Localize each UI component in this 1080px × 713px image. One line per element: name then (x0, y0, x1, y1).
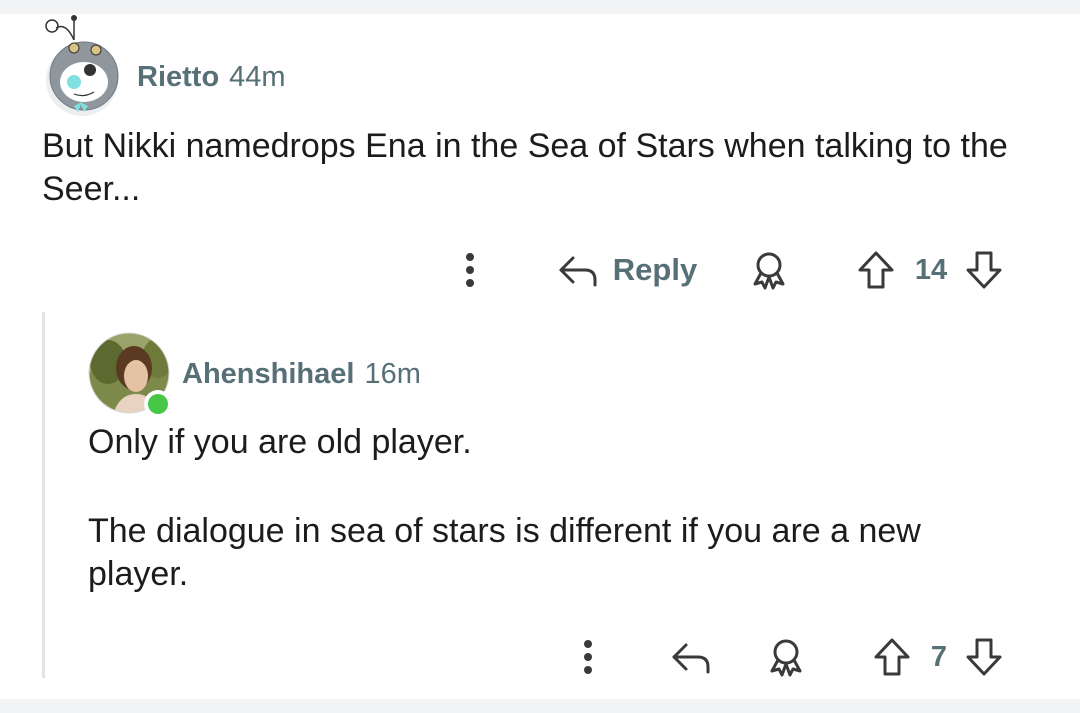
comment-meta: Ahenshihael 16m (182, 358, 421, 391)
reply-button[interactable]: Reply (552, 248, 702, 292)
award-icon (766, 637, 806, 677)
vote-score: 14 (906, 250, 956, 290)
top-separator (0, 0, 1080, 14)
comment-paragraph: Only if you are old player. (88, 423, 472, 461)
online-status-icon (144, 390, 172, 418)
score-count: 14 (914, 253, 948, 286)
bottom-separator (0, 699, 1080, 713)
downvote-arrow-icon (965, 637, 1003, 677)
avatar[interactable] (44, 14, 122, 116)
timestamp: 16m (364, 358, 421, 390)
upvote-arrow-icon (873, 637, 911, 677)
reply-button[interactable] (668, 636, 714, 678)
more-options-button[interactable] (452, 250, 488, 290)
comment-body: Only if you are old player. The dialogue… (88, 421, 1028, 596)
award-button[interactable] (747, 248, 791, 292)
more-options-button[interactable] (570, 637, 606, 677)
author-name[interactable]: Rietto (137, 61, 219, 94)
score-count: 7 (930, 640, 948, 673)
reply-arrow-icon (670, 639, 712, 675)
author-name[interactable]: Ahenshihael (182, 358, 354, 391)
avatar[interactable] (88, 332, 174, 418)
comment-meta: Rietto 44m (137, 61, 286, 94)
upvote-button[interactable] (856, 248, 896, 292)
upvote-button[interactable] (872, 635, 912, 679)
comment-paragraph: The dialogue in sea of stars is differen… (88, 512, 921, 593)
comment-body: But Nikki namedrops Ena in the Sea of St… (42, 127, 1008, 208)
upvote-arrow-icon (857, 250, 895, 290)
vote-score: 7 (922, 637, 956, 677)
reply-arrow-icon (557, 252, 599, 288)
downvote-arrow-icon (965, 250, 1003, 290)
timestamp: 44m (229, 61, 286, 93)
award-button[interactable] (764, 635, 808, 679)
award-icon (749, 250, 789, 290)
reply-label: Reply (612, 252, 698, 287)
downvote-button[interactable] (964, 635, 1004, 679)
downvote-button[interactable] (964, 248, 1004, 292)
